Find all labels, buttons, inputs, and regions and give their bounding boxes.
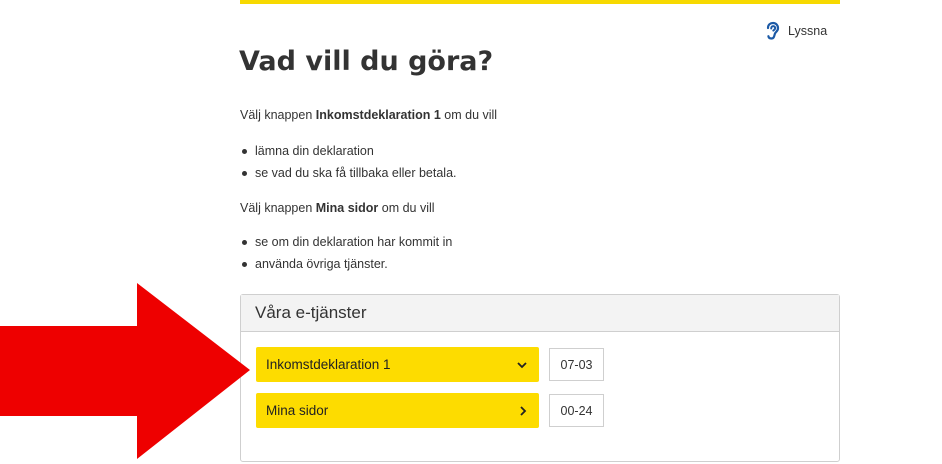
intro2-suffix: om du vill (378, 201, 435, 215)
list-item: använda övriga tjänster. (240, 253, 452, 275)
intro-text-declaration: Välj knappen Inkomstdeklaration 1 om du … (240, 108, 497, 122)
red-arrow-annotation (0, 283, 250, 459)
inkomstdeklaration-button[interactable]: Inkomstdeklaration 1 (256, 347, 539, 382)
mina-sidor-label: Mina sidor (266, 403, 329, 418)
service-row-inkomstdeklaration: Inkomstdeklaration 1 07-03 (256, 347, 604, 382)
inkomstdeklaration-label: Inkomstdeklaration 1 (266, 357, 391, 372)
page-title: Vad vill du göra? (239, 46, 494, 77)
mina-sidor-list: se om din deklaration har kommit in anvä… (240, 231, 452, 275)
intro1-suffix: om du vill (440, 108, 498, 122)
service-row-mina-sidor: Mina sidor 00-24 (256, 393, 604, 428)
intro2-bold: Mina sidor (315, 201, 379, 215)
listen-label: Lyssna (788, 24, 828, 38)
intro-text-mina-sidor: Välj knappen Mina sidor om du vill (240, 201, 435, 215)
e-services-panel: Våra e-tjänster Inkomstdeklaration 1 07-… (240, 294, 840, 462)
intro2-prefix: Välj knappen (240, 201, 316, 215)
chevron-down-icon (517, 361, 527, 369)
list-item: se om din deklaration har kommit in (240, 231, 452, 253)
inkomstdeklaration-hours: 07-03 (549, 348, 604, 381)
listen-button[interactable]: Lyssna (763, 20, 827, 42)
top-accent-line (240, 0, 840, 4)
mina-sidor-hours: 00-24 (549, 394, 604, 427)
intro1-bold: Inkomstdeklaration 1 (315, 108, 441, 122)
e-services-heading: Våra e-tjänster (241, 295, 839, 332)
intro1-prefix: Välj knappen (240, 108, 316, 122)
list-item: se vad du ska få tillbaka eller betala. (240, 162, 457, 184)
chevron-right-icon (519, 405, 527, 416)
declaration-list: lämna din deklaration se vad du ska få t… (240, 140, 457, 184)
list-item: lämna din deklaration (240, 140, 457, 162)
ear-icon (763, 21, 781, 41)
mina-sidor-button[interactable]: Mina sidor (256, 393, 539, 428)
